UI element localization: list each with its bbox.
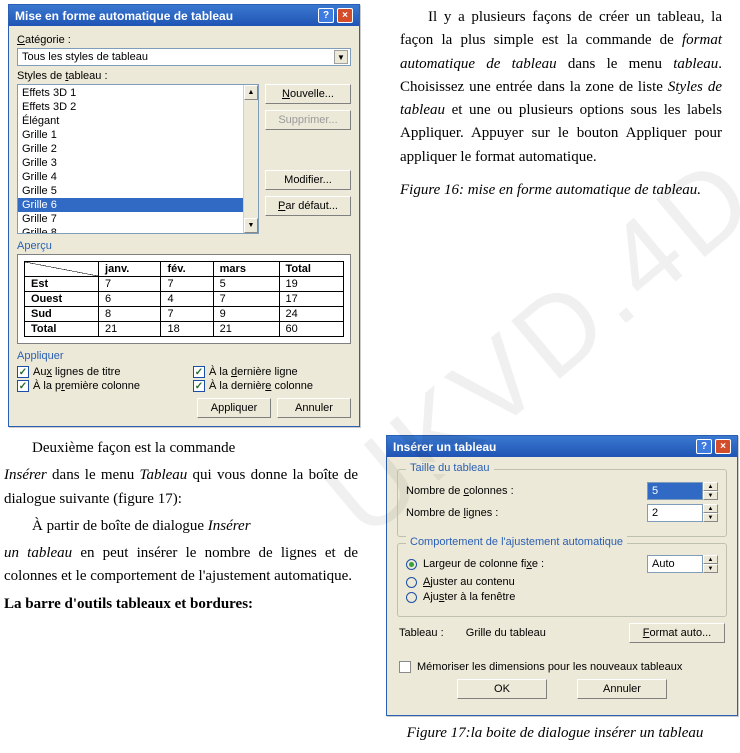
dialog-titlebar[interactable]: Insérer un tableau ? × — [387, 436, 737, 457]
columns-value[interactable]: 5 — [647, 482, 703, 500]
list-item[interactable]: Grille 4 — [18, 170, 258, 184]
group-legend: Taille du tableau — [406, 462, 494, 474]
list-item[interactable]: Élégant — [18, 114, 258, 128]
insert-table-dialog: Insérer un tableau ? × Taille du tableau… — [386, 435, 738, 716]
styles-label: Styles de tableau : — [17, 70, 351, 82]
table-style-value: Grille du tableau — [466, 627, 546, 639]
list-item[interactable]: Grille 7 — [18, 212, 258, 226]
category-combo[interactable]: Tous les styles de tableau ▼ — [17, 48, 351, 66]
apply-group-label: Appliquer — [17, 350, 351, 362]
preview-area: janv. fév. mars Total Est77519 Ouest6471… — [17, 254, 351, 344]
list-item[interactable]: Grille 2 — [18, 142, 258, 156]
dialog-title: Mise en forme automatique de tableau — [15, 9, 233, 23]
list-item[interactable]: Grille 8 — [18, 226, 258, 234]
scrollbar[interactable]: ▲ ▼ — [243, 85, 258, 233]
scroll-down-icon[interactable]: ▼ — [244, 218, 258, 233]
spin-up-icon[interactable]: ▲ — [703, 555, 718, 564]
cancel-button[interactable]: Annuler — [277, 398, 351, 418]
modify-button[interactable]: Modifier... — [265, 170, 351, 190]
category-value: Tous les styles de tableau — [22, 51, 148, 63]
list-item[interactable]: Grille 3 — [18, 156, 258, 170]
table-style-label: Tableau : — [399, 627, 444, 639]
corner-cell — [25, 262, 99, 277]
col-header: mars — [213, 262, 279, 277]
body-text: Il y a plusieurs façons de créer un tabl… — [400, 6, 722, 169]
dialog-title: Insérer un tableau — [393, 440, 496, 454]
col-header: Total — [279, 262, 344, 277]
row-header: Total — [25, 322, 99, 337]
close-icon[interactable]: × — [337, 8, 353, 23]
spin-down-icon[interactable]: ▼ — [703, 564, 718, 573]
body-text: Insérer dans le menu Tableau qui vous do… — [4, 464, 358, 511]
rows-label: Nombre de lignes : — [406, 507, 498, 519]
delete-button: Supprimer... — [265, 110, 351, 130]
close-icon[interactable]: × — [715, 439, 731, 454]
fixed-width-value[interactable]: Auto — [647, 555, 703, 573]
figure-17-caption: Figure 17:la boite de dialogue insérer u… — [378, 722, 732, 745]
category-label: Catégorie : — [17, 34, 351, 46]
list-item[interactable]: Grille 5 — [18, 184, 258, 198]
figure-16-caption: Figure 16: mise en forme automatique de … — [400, 179, 722, 202]
styles-listbox[interactable]: Effets 3D 1 Effets 3D 2 Élégant Grille 1… — [17, 84, 259, 234]
group-legend: Comportement de l'ajustement automatique — [406, 536, 627, 548]
cancel-button[interactable]: Annuler — [577, 679, 667, 699]
remember-checkbox[interactable]: Mémoriser les dimensions pour les nouvea… — [399, 661, 725, 673]
columns-label: Nombre de colonnes : — [406, 485, 514, 497]
spin-down-icon[interactable]: ▼ — [703, 491, 718, 500]
list-item[interactable]: Grille 1 — [18, 128, 258, 142]
row-header: Est — [25, 277, 99, 292]
col-header: janv. — [99, 262, 161, 277]
columns-spinner[interactable]: 5 ▲▼ — [647, 482, 718, 500]
autoformat-button[interactable]: Format auto... — [629, 623, 725, 643]
list-item-selected[interactable]: Grille 6 — [18, 198, 258, 212]
section-heading: La barre d'outils tableaux et bordures: — [4, 593, 358, 616]
preview-table: janv. fév. mars Total Est77519 Ouest6471… — [24, 261, 344, 337]
new-button[interactable]: Nouvelle... — [265, 84, 351, 104]
body-text: À partir de boîte de dialogue Insérer — [4, 515, 358, 538]
list-item[interactable]: Effets 3D 1 — [18, 86, 258, 100]
check-last-col[interactable]: ✓À la dernière colonne — [193, 380, 351, 392]
radio-fixed-width[interactable]: Largeur de colonne fixe : Auto ▲▼ — [406, 555, 718, 573]
spin-up-icon[interactable]: ▲ — [703, 482, 718, 491]
scroll-up-icon[interactable]: ▲ — [244, 85, 258, 100]
radio-fit-content[interactable]: Ajuster au contenu — [406, 576, 718, 588]
check-last-row[interactable]: ✓À la dernière ligne — [193, 366, 351, 378]
check-first-col[interactable]: ✓À la première colonne — [17, 380, 175, 392]
spin-down-icon[interactable]: ▼ — [703, 513, 718, 522]
dialog-titlebar[interactable]: Mise en forme automatique de tableau ? × — [9, 5, 359, 26]
autofit-groupbox: Comportement de l'ajustement automatique… — [397, 543, 727, 617]
rows-value[interactable]: 2 — [647, 504, 703, 522]
check-title-rows[interactable]: ✓Aux lignes de titre — [17, 366, 175, 378]
preview-label: Aperçu — [17, 240, 351, 252]
list-item[interactable]: Effets 3D 2 — [18, 100, 258, 114]
chevron-down-icon[interactable]: ▼ — [334, 50, 348, 64]
default-button[interactable]: Par défaut... — [265, 196, 351, 216]
help-icon[interactable]: ? — [318, 8, 334, 23]
ok-button[interactable]: OK — [457, 679, 547, 699]
fixed-width-spinner[interactable]: Auto ▲▼ — [647, 555, 718, 573]
rows-spinner[interactable]: 2 ▲▼ — [647, 504, 718, 522]
body-text: Deuxième façon est la commande — [4, 437, 358, 460]
apply-button[interactable]: Appliquer — [197, 398, 271, 418]
autoformat-dialog: Mise en forme automatique de tableau ? ×… — [8, 4, 360, 427]
col-header: fév. — [161, 262, 213, 277]
size-groupbox: Taille du tableau Nombre de colonnes : 5… — [397, 469, 727, 537]
body-text: un tableau en peut insérer le nombre de … — [4, 542, 358, 589]
help-icon[interactable]: ? — [696, 439, 712, 454]
radio-fit-window[interactable]: Ajuster à la fenêtre — [406, 591, 718, 603]
row-header: Sud — [25, 307, 99, 322]
row-header: Ouest — [25, 292, 99, 307]
spin-up-icon[interactable]: ▲ — [703, 504, 718, 513]
